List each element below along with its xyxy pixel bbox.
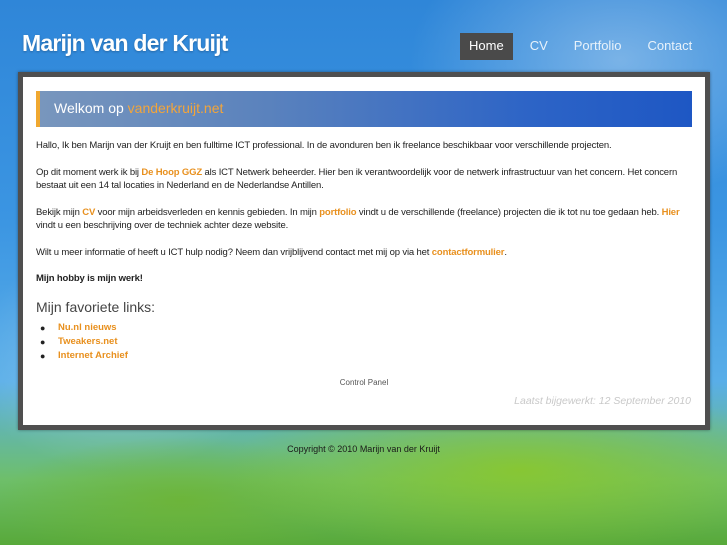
nav-portfolio[interactable]: Portfolio	[565, 33, 631, 60]
contact-paragraph: Wilt u meer informatie of heeft u ICT hu…	[36, 246, 700, 260]
contactformulier-link[interactable]: contactformulier	[432, 247, 505, 258]
bullet-icon: ●	[40, 336, 46, 347]
hier-link[interactable]: Hier	[662, 207, 680, 218]
pf-text-d: vindt u een beschrijving over de technie…	[36, 220, 289, 231]
list-item: ● Internet Archief	[36, 349, 700, 363]
pf-text-a: Bekijk mijn	[36, 206, 83, 218]
portfolio-link[interactable]: portfolio	[319, 207, 356, 218]
welcome-domain: vanderkruijt.net	[127, 100, 224, 116]
favorite-links-heading: Mijn favoriete links:	[36, 298, 156, 315]
main-nav: Home CV Portfolio Contact	[460, 33, 701, 60]
site-title[interactable]: Marijn van der Kruijt	[22, 30, 228, 57]
intro-paragraph: Hallo, Ik ben Marijn van der Kruijt en b…	[36, 140, 612, 151]
work-text-pre: Op dit moment werk ik bij	[36, 166, 142, 178]
pf-text-c: vindt u de verschillende (freelance) pro…	[356, 206, 662, 218]
nav-contact[interactable]: Contact	[638, 33, 701, 60]
list-item: ● Nu.nl nieuws	[36, 321, 700, 335]
nav-cv[interactable]: CV	[521, 33, 557, 60]
internet-archief-link[interactable]: Internet Archief	[58, 350, 128, 361]
welcome-banner: Welkom op vanderkruijt.net	[36, 91, 692, 127]
main-content: Hallo, Ik ben Marijn van der Kruijt en b…	[36, 139, 700, 363]
control-panel-link[interactable]: Control Panel	[23, 378, 705, 387]
nu-nl-link[interactable]: Nu.nl nieuws	[58, 322, 117, 333]
last-updated-text: Laatst bijgewerkt: 12 September 2010	[514, 395, 691, 407]
de-hoop-link[interactable]: De Hoop GGZ	[141, 167, 202, 178]
content-panel: Welkom op vanderkruijt.net Hallo, Ik ben…	[18, 72, 710, 430]
list-item: ● Tweakers.net	[36, 335, 700, 349]
contact-text-pre: Wilt u meer informatie of heeft u ICT hu…	[36, 246, 432, 258]
tweakers-link[interactable]: Tweakers.net	[58, 336, 118, 347]
favorite-links-list: ● Nu.nl nieuws ● Tweakers.net ● Internet Ar…	[36, 321, 700, 363]
hobby-text: Mijn hobby is mijn werk!	[36, 273, 143, 284]
pf-text-b: voor mijn arbeidsverleden en kennis gebi…	[95, 206, 320, 218]
portfolio-paragraph: Bekijk mijn CV voor mijn arbeidsverleden…	[36, 206, 700, 233]
work-paragraph: Op dit moment werk ik bij De Hoop GGZ al…	[36, 166, 700, 193]
contact-text-post: .	[504, 246, 507, 258]
cv-link[interactable]: CV	[82, 207, 95, 218]
copyright-text: Copyright © 2010 Marijn van der Kruijt	[287, 444, 440, 454]
bullet-icon: ●	[40, 322, 46, 333]
bullet-icon: ●	[40, 350, 46, 361]
nav-home[interactable]: Home	[460, 33, 513, 60]
welcome-prefix: Welkom op	[54, 100, 128, 116]
